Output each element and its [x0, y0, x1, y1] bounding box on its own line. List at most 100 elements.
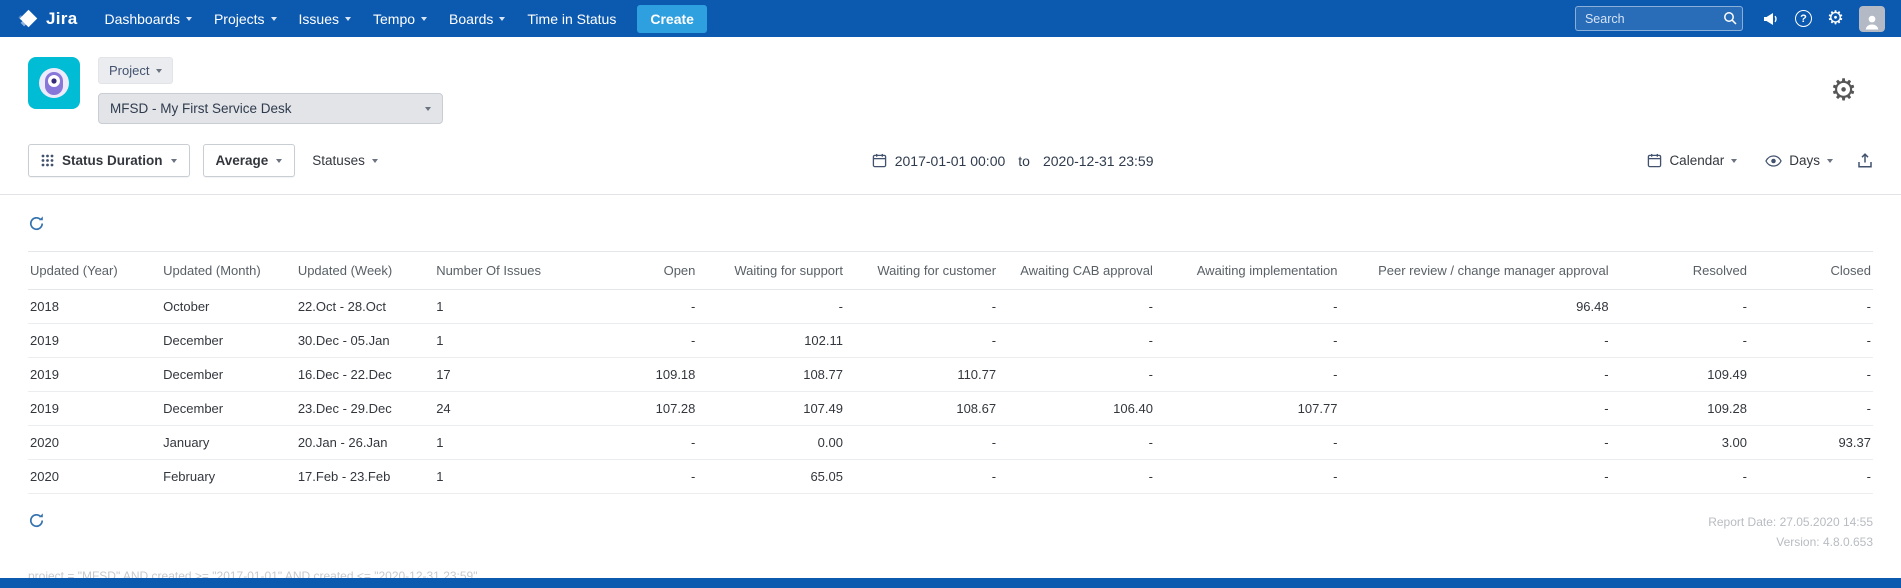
column-header[interactable]: Waiting for customer	[848, 251, 1003, 290]
report-date: Report Date: 27.05.2020 14:55	[1708, 515, 1873, 529]
chevron-down-icon	[170, 158, 177, 163]
column-header[interactable]: Closed	[1753, 251, 1873, 290]
column-header[interactable]: Awaiting CAB approval	[1002, 251, 1159, 290]
table-cell: October	[157, 289, 292, 324]
chevron-down-icon	[499, 16, 506, 21]
table-cell: 2019	[28, 323, 158, 358]
search-icon[interactable]	[1723, 11, 1737, 30]
table-cell: February	[157, 459, 292, 494]
table-cell: January	[157, 425, 292, 460]
nav-item-tempo[interactable]: Tempo	[362, 0, 438, 37]
column-header[interactable]: Updated (Month)	[157, 251, 292, 290]
nav-item-issues[interactable]: Issues	[288, 0, 362, 37]
time-unit-dropdown[interactable]: Days	[1761, 147, 1837, 174]
chevron-down-icon	[1731, 158, 1738, 163]
project-select[interactable]: MFSD - My First Service Desk	[98, 93, 443, 124]
chevron-down-icon	[185, 16, 192, 21]
create-button[interactable]: Create	[637, 4, 707, 33]
table-cell: -	[1614, 323, 1753, 358]
table-cell: December	[157, 323, 292, 358]
user-avatar[interactable]	[1859, 5, 1885, 32]
view-mode-dropdown[interactable]: Calendar	[1643, 147, 1741, 174]
table-row: 2018 October 22.Oct - 28.Oct 1- - - - -96.48- -	[28, 289, 1873, 324]
table-cell: -	[1158, 289, 1344, 324]
table-cell: -	[848, 459, 1003, 494]
jira-logo[interactable]: Jira	[18, 8, 77, 29]
table-row: 2020 February 17.Feb - 23.Feb 1-65.05- - - - - -	[28, 459, 1873, 494]
table-cell: -	[1343, 391, 1615, 426]
nav-item-dashboards[interactable]: Dashboards	[93, 0, 203, 37]
column-header[interactable]: Open	[577, 251, 702, 290]
refresh-icon-top[interactable]	[28, 215, 45, 232]
table-row: 2019 December 16.Dec - 22.Dec 17 109.18 108.7…	[28, 357, 1873, 392]
report-table: Updated (Year) Updated (Month) Updated (We…	[28, 251, 1873, 494]
project-controls: Project MFSD - My First Service Desk	[98, 57, 443, 124]
settings-icon[interactable]: ⚙	[1827, 9, 1844, 28]
aggregation-label: Average	[215, 153, 269, 168]
date-range[interactable]: 2017-01-01 00:00 to 2020-12-31 23:59	[382, 153, 1644, 169]
export-icon[interactable]	[1857, 152, 1873, 169]
table-cell: 2018	[28, 289, 158, 324]
table-cell: -	[1343, 357, 1615, 392]
column-header[interactable]: Resolved	[1614, 251, 1753, 290]
project-avatar[interactable]	[28, 57, 80, 109]
table-cell: -	[1002, 357, 1159, 392]
report-type-button[interactable]: Status Duration	[28, 144, 190, 177]
time-unit-label: Days	[1789, 153, 1820, 168]
grid-icon	[41, 154, 54, 167]
column-header[interactable]: Updated (Year)	[28, 251, 158, 290]
announcement-icon[interactable]	[1762, 11, 1780, 27]
chevron-down-icon	[425, 106, 431, 111]
help-icon[interactable]: ?	[1794, 10, 1812, 27]
report-settings-icon[interactable]: ⚙	[1830, 75, 1857, 106]
jira-logo-icon	[18, 9, 38, 28]
column-header[interactable]: Updated (Week)	[291, 251, 431, 290]
navbar: Jira Dashboards Projects Issues Tempo Boards…	[0, 0, 1901, 37]
project-header: Project MFSD - My First Service Desk ⚙	[0, 37, 1901, 134]
eye-icon	[1765, 154, 1782, 167]
table-cell: 108.67	[848, 391, 1003, 426]
report-meta: Report Date: 27.05.2020 14:55 Version: 4…	[1708, 512, 1873, 553]
statuses-dropdown[interactable]: Statuses	[308, 147, 382, 174]
nav-item-label: Time in Status	[527, 10, 617, 27]
table-cell: 96.48	[1343, 289, 1615, 324]
table-cell: -	[1753, 391, 1873, 426]
nav-item-projects[interactable]: Projects	[203, 0, 288, 37]
search-box	[1574, 6, 1743, 31]
table-cell: 106.40	[1002, 391, 1159, 426]
aggregation-button[interactable]: Average	[202, 144, 296, 177]
chevron-down-icon	[276, 158, 283, 163]
search-input[interactable]	[1574, 6, 1743, 31]
column-header[interactable]: Awaiting implementation	[1158, 251, 1344, 290]
column-header[interactable]: Number Of Issues	[430, 251, 578, 290]
nav-item-time-in-status[interactable]: Time in Status	[516, 0, 627, 37]
table-cell: 2020	[28, 425, 158, 460]
table-cell: -	[1002, 425, 1159, 460]
table-cell: -	[701, 289, 849, 324]
table-row: 2020 January 20.Jan - 26.Jan 1-0.00- - - -3.00…	[28, 425, 1873, 460]
nav-item-label: Dashboards	[104, 10, 180, 27]
person-icon	[1865, 15, 1879, 29]
column-header[interactable]: Peer review / change manager approval	[1343, 251, 1615, 290]
nav-item-boards[interactable]: Boards	[438, 0, 516, 37]
statuses-label: Statuses	[312, 153, 365, 168]
table-cell: 16.Dec - 22.Dec	[291, 357, 431, 392]
calendar-icon	[1648, 153, 1662, 168]
view-mode-label: Calendar	[1669, 153, 1725, 168]
table-cell: 0.00	[701, 425, 849, 460]
refresh-icon-bottom[interactable]	[28, 512, 45, 529]
table-cell: 1	[430, 323, 578, 358]
table-cell: 110.77	[848, 357, 1003, 392]
navbar-menu: Dashboards Projects Issues Tempo Boards Time …	[93, 0, 627, 37]
column-header[interactable]: Waiting for support	[701, 251, 849, 290]
table-cell: 65.05	[701, 459, 849, 494]
table-cell: 107.28	[577, 391, 702, 426]
scope-label: Project	[109, 63, 150, 78]
scope-selector[interactable]: Project	[98, 57, 174, 84]
table-cell: 2020	[28, 459, 158, 494]
table-cell: December	[157, 357, 292, 392]
table-cell: 1	[430, 289, 578, 324]
table-cell: 109.28	[1614, 391, 1753, 426]
date-to: 2020-12-31 23:59	[1042, 152, 1154, 169]
chevron-down-icon	[371, 158, 378, 163]
